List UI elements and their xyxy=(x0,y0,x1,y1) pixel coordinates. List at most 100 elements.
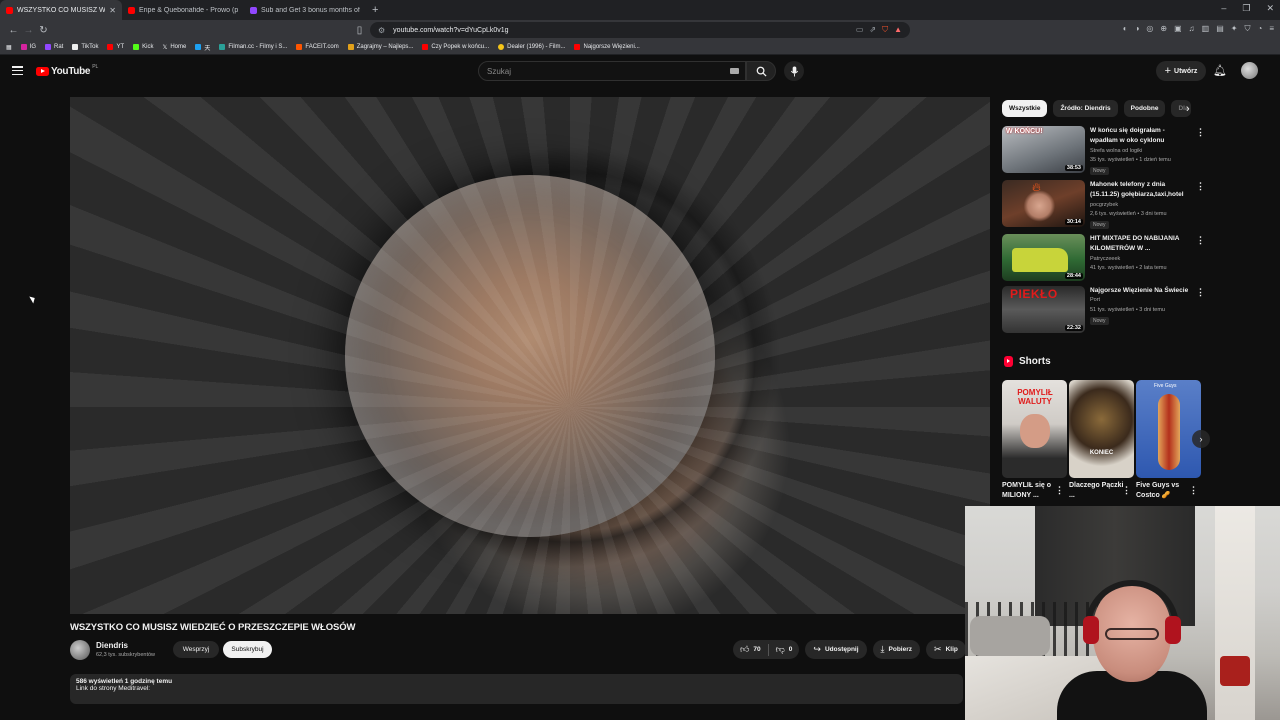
forward-icon[interactable]: → xyxy=(21,25,36,36)
close-tab-icon[interactable]: ✕ xyxy=(109,6,116,15)
recommendation-channel[interactable]: Port xyxy=(1090,297,1100,303)
more-options-icon[interactable]: ⋮ xyxy=(1196,235,1205,246)
clip-button[interactable]: ✂ Klip xyxy=(926,640,966,659)
recommendation-title[interactable]: Mahonek telefony z dnia (15.11.25) gołęb… xyxy=(1090,180,1192,200)
short-title[interactable]: POMYLIŁ się o MILIONY ... xyxy=(1002,481,1058,501)
bookmark-item[interactable]: TikTok xyxy=(72,44,98,50)
like-button[interactable]: 👍︎ 70 xyxy=(733,644,768,655)
close-window-icon[interactable]: ✕ xyxy=(1266,3,1274,14)
channel-name[interactable]: Diendris xyxy=(96,641,128,650)
share-icon[interactable]: ⇗ xyxy=(869,25,876,35)
recommendation-title[interactable]: Najgorsze Więzienie Na Świecie xyxy=(1090,286,1192,296)
url-bar[interactable]: ⚙ youtube.com/watch?v=dYuCpLk0v1g ▭ ⇗ ⛉ … xyxy=(370,22,910,38)
shorts-next-arrow-icon[interactable]: › xyxy=(1192,430,1210,448)
recommendation-channel[interactable]: pocgrzybek xyxy=(1090,202,1118,208)
bookmark-item[interactable]: IG xyxy=(20,44,36,50)
recommendation-channel[interactable]: Patryczeeek xyxy=(1090,256,1120,262)
extension-icon[interactable]: ◐ xyxy=(1123,24,1128,34)
ai-icon[interactable]: ✦ xyxy=(1231,24,1238,34)
bookmark-item[interactable]: FACEIT.com xyxy=(296,44,339,50)
chip-all[interactable]: Wszystkie xyxy=(1002,100,1048,117)
short-thumbnail[interactable]: POMYLIŁ WALUTY xyxy=(1002,380,1067,478)
bookmark-item[interactable]: Czy Popek w końcu... xyxy=(422,44,489,50)
recommendation-item[interactable]: W KOŃCU! 38:53 W końcu się doigrałam - w… xyxy=(1002,126,1205,176)
site-info-icon[interactable]: ⚙ xyxy=(378,26,385,35)
youtube-logo[interactable]: YouTube PL xyxy=(36,64,98,77)
profile-icon[interactable]: ◔ xyxy=(1257,24,1262,34)
vpn-icon[interactable]: ⛉ xyxy=(1244,24,1250,34)
notifications-bell-icon[interactable]: 🔔︎ xyxy=(1213,64,1227,77)
bookmark-item[interactable]: Najgorsze Więzieni... xyxy=(574,44,640,50)
more-options-icon[interactable]: ⋮ xyxy=(1196,287,1205,298)
wallet-icon[interactable]: ▤ xyxy=(1216,24,1224,34)
create-button[interactable]: + Utwórz xyxy=(1156,61,1206,81)
dislike-button[interactable]: 👎︎ 0 xyxy=(769,644,800,655)
bookmark-item[interactable]: 𝕏 Home xyxy=(163,44,187,51)
cast-icon[interactable]: ▭ xyxy=(856,25,864,35)
bookmark-icon[interactable]: ▯ xyxy=(352,25,367,36)
minimize-icon[interactable]: – xyxy=(1221,3,1226,14)
more-options-icon[interactable]: ⋮ xyxy=(1189,485,1198,496)
chip-from-channel[interactable]: Źródło: Diendris xyxy=(1053,100,1118,117)
search-input[interactable]: Szukaj xyxy=(478,61,746,81)
short-thumbnail[interactable]: KONIEC xyxy=(1069,380,1134,478)
more-options-icon[interactable]: ⋮ xyxy=(1122,485,1131,496)
rewards-icon[interactable]: ▲ xyxy=(894,25,902,35)
recommendation-title[interactable]: W końcu się doigrałam - wpadłam w oko cy… xyxy=(1090,126,1192,146)
extension-icon[interactable]: ◎ xyxy=(1146,24,1153,34)
bookmark-item[interactable]: Zagrajmy – Najleps... xyxy=(347,44,413,50)
bookmark-item[interactable]: 天 xyxy=(195,43,210,52)
extension-icon[interactable]: ▣ xyxy=(1174,24,1182,34)
sidebar-icon[interactable]: ▥ xyxy=(1202,24,1210,34)
bookmark-item[interactable]: Dealer (1996) - Film... xyxy=(498,44,565,50)
maximize-icon[interactable]: ❐ xyxy=(1242,3,1250,14)
short-item[interactable]: KONIEC Dlaczego Pączki ... ⋮ xyxy=(1069,380,1134,501)
keyboard-icon[interactable] xyxy=(730,68,739,74)
more-options-icon[interactable]: ⋮ xyxy=(1196,127,1205,138)
bookmark-item[interactable]: Filman.cc - Filmy i S... xyxy=(219,44,287,50)
chevron-right-icon[interactable]: › xyxy=(1186,103,1190,115)
video-thumbnail[interactable]: PIEKŁO 22:32 xyxy=(1002,286,1085,333)
video-thumbnail[interactable]: 28:44 xyxy=(1002,234,1085,281)
more-options-icon[interactable]: ⋮ xyxy=(1196,181,1205,192)
browser-tab[interactable]: Sub and Get 3 bonus months of Dis xyxy=(244,0,366,20)
menu-icon[interactable]: ≡ xyxy=(1269,24,1274,34)
short-item[interactable]: POMYLIŁ WALUTY POMYLIŁ się o MILIONY ...… xyxy=(1002,380,1067,501)
account-avatar[interactable] xyxy=(1241,62,1258,79)
share-button[interactable]: ↪ Udostępnij xyxy=(805,640,867,659)
new-tab-button[interactable]: + xyxy=(372,4,378,16)
browser-tab[interactable]: WSZYSTKO CO MUSISZ WIED ✕ xyxy=(0,0,122,20)
hamburger-menu-icon[interactable] xyxy=(12,66,23,75)
bookmark-item[interactable]: Kick xyxy=(133,44,154,50)
recommendation-item[interactable]: 🔥︎ 30:14 Mahonek telefony z dnia (15.11.… xyxy=(1002,180,1205,230)
video-player[interactable] xyxy=(70,97,990,614)
bookmark-item[interactable]: Rat xyxy=(45,44,63,50)
download-button[interactable]: ⤓ Pobierz xyxy=(872,640,921,659)
recommendation-channel[interactable]: Strefa wolna od logiki xyxy=(1090,148,1142,154)
search-button[interactable] xyxy=(746,61,776,81)
short-title[interactable]: Five Guys vs Costco 🥜 xyxy=(1136,481,1192,501)
description-box[interactable]: 586 wyświetleń 1 godzinę temu Link do st… xyxy=(70,674,963,704)
bookmark-item[interactable]: YT xyxy=(107,44,124,50)
support-button[interactable]: Wesprzyj xyxy=(173,641,219,658)
apps-icon[interactable]: ▦ xyxy=(6,44,12,51)
channel-avatar[interactable] xyxy=(70,640,90,660)
back-icon[interactable]: ← xyxy=(6,25,21,36)
brave-shield-icon[interactable]: ⛉ xyxy=(882,25,888,35)
subscribe-button[interactable]: Subskrybuj xyxy=(223,641,272,658)
more-options-icon[interactable]: ⋮ xyxy=(1055,485,1064,496)
recommendation-title[interactable]: HIT MIXTAPE DO NABIJANIA KILOMETRÓW W ..… xyxy=(1090,234,1192,254)
reload-icon[interactable]: ↻ xyxy=(36,25,51,36)
recommendation-item[interactable]: PIEKŁO 22:32 Najgorsze Więzienie Na Świe… xyxy=(1002,286,1205,336)
video-thumbnail[interactable]: 🔥︎ 30:14 xyxy=(1002,180,1085,227)
chip-related[interactable]: Podobne xyxy=(1123,100,1166,117)
voice-search-button[interactable] xyxy=(784,61,804,81)
recommendation-item[interactable]: 28:44 HIT MIXTAPE DO NABIJANIA KILOMETRÓ… xyxy=(1002,234,1205,284)
browser-tab[interactable]: Eripe & Quebonafide - Prowo (proc xyxy=(122,0,244,20)
extension-icon[interactable]: ◑ xyxy=(1135,24,1140,34)
short-thumbnail[interactable]: Five Guys xyxy=(1136,380,1201,478)
extension-icon[interactable]: ⊕ xyxy=(1160,24,1167,34)
video-thumbnail[interactable]: W KOŃCU! 38:53 xyxy=(1002,126,1085,173)
short-title[interactable]: Dlaczego Pączki ... xyxy=(1069,481,1125,501)
media-icon[interactable]: ♫ xyxy=(1189,24,1195,34)
